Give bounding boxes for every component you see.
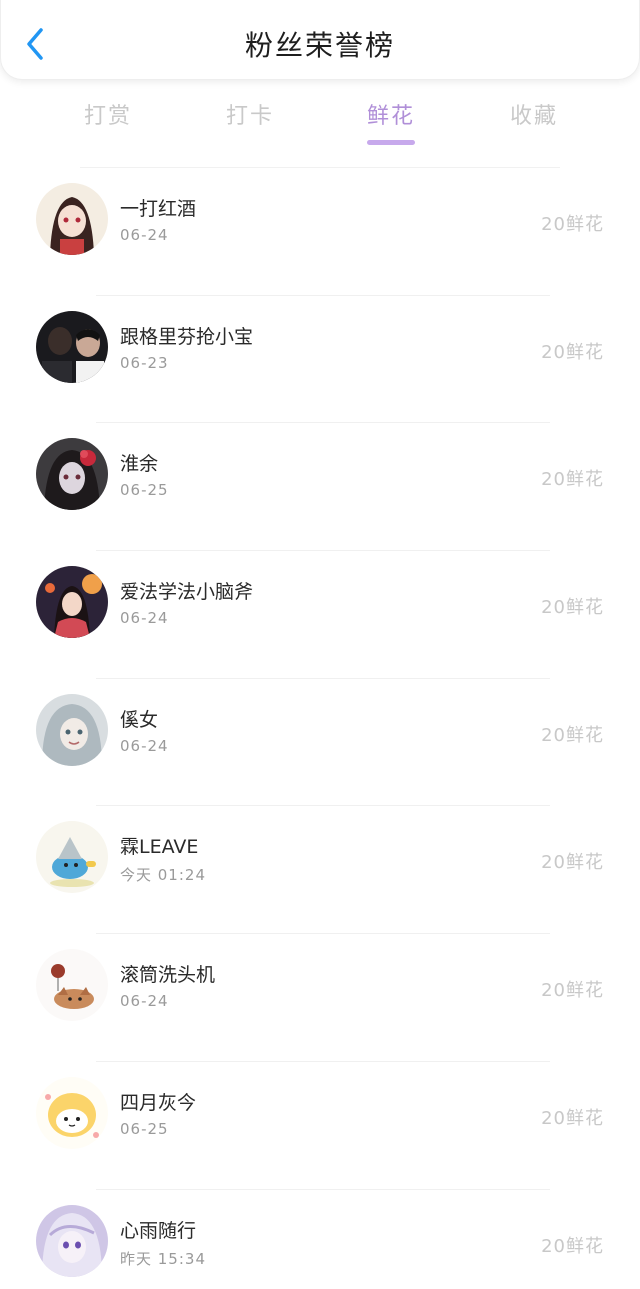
avatar (36, 949, 108, 1022)
list-item[interactable]: 淮余 06-25 20鲜花 (0, 423, 640, 552)
top-bar: 粉丝荣誉榜 (0, 0, 640, 80)
fan-name: 跟格里芬抢小宝 (120, 325, 254, 348)
avatar (36, 1076, 108, 1149)
fan-name: 一打红酒 (120, 198, 197, 220)
flower-amount: 20鲜花 (541, 1107, 604, 1129)
flower-amount: 20鲜花 (541, 1235, 604, 1257)
fan-name: 淮余 (120, 453, 159, 476)
fan-name: 霖LEAVE (120, 836, 199, 859)
fan-name: 傒女 (120, 708, 159, 731)
fan-list: 一打红酒 06-24 20鲜花 跟格里芬抢小宝 06-23 20鲜花 淮余 06… (0, 168, 640, 1289)
list-item[interactable]: 跟格里芬抢小宝 06-23 20鲜花 (0, 296, 640, 424)
flower-amount: 20鲜花 (541, 341, 604, 363)
list-item[interactable]: 四月灰今 06-25 20鲜花 (0, 1062, 640, 1190)
avatar (36, 693, 108, 766)
avatar (36, 310, 108, 383)
list-item[interactable]: 霖LEAVE 今天 01:24 20鲜花 (0, 806, 640, 935)
tab-checkin[interactable]: 打卡 (190, 98, 310, 130)
fan-date: 昨天 15:34 (120, 1249, 206, 1268)
list-item[interactable]: 滚筒洗头机 06-24 20鲜花 (0, 934, 640, 1062)
page-title: 粉丝荣誉榜 (244, 29, 395, 62)
list-item[interactable]: 爱法学法小脑斧 06-24 20鲜花 (0, 551, 640, 679)
tab-bar: 打赏 打卡 鲜花 收藏 (0, 92, 640, 148)
fan-date: 06-25 (120, 481, 169, 500)
fan-date: 06-23 (120, 353, 169, 372)
fan-name: 爱法学法小脑斧 (120, 581, 254, 604)
tab-flowers[interactable]: 鲜花 (331, 98, 451, 130)
fan-date: 06-24 (120, 226, 169, 244)
fan-name: 滚筒洗头机 (120, 964, 216, 987)
active-tab-indicator (367, 140, 415, 145)
fan-date: 06-24 (120, 609, 169, 628)
tab-tips[interactable]: 打赏 (48, 98, 168, 130)
fan-name: 心雨随行 (120, 1219, 197, 1242)
avatar (36, 566, 108, 639)
flower-amount: 20鲜花 (541, 852, 604, 874)
fan-date: 06-24 (120, 992, 169, 1011)
flower-amount: 20鲜花 (541, 214, 604, 235)
flower-amount: 20鲜花 (541, 469, 604, 491)
flower-amount: 20鲜花 (541, 980, 604, 1002)
fan-date: 06-25 (120, 1119, 169, 1138)
avatar (36, 1204, 108, 1277)
avatar (36, 183, 108, 255)
list-item[interactable]: 一打红酒 06-24 20鲜花 (0, 168, 640, 296)
list-item[interactable]: 心雨随行 昨天 15:34 20鲜花 (0, 1190, 640, 1289)
list-item[interactable]: 傒女 06-24 20鲜花 (0, 679, 640, 807)
avatar (36, 438, 108, 511)
tab-favorites[interactable]: 收藏 (474, 98, 594, 130)
fan-date: 06-24 (120, 736, 169, 755)
fan-date: 今天 01:24 (120, 866, 206, 885)
fan-name: 四月灰今 (120, 1091, 197, 1114)
flower-amount: 20鲜花 (541, 597, 604, 619)
avatar (36, 821, 108, 894)
flower-amount: 20鲜花 (541, 724, 604, 746)
